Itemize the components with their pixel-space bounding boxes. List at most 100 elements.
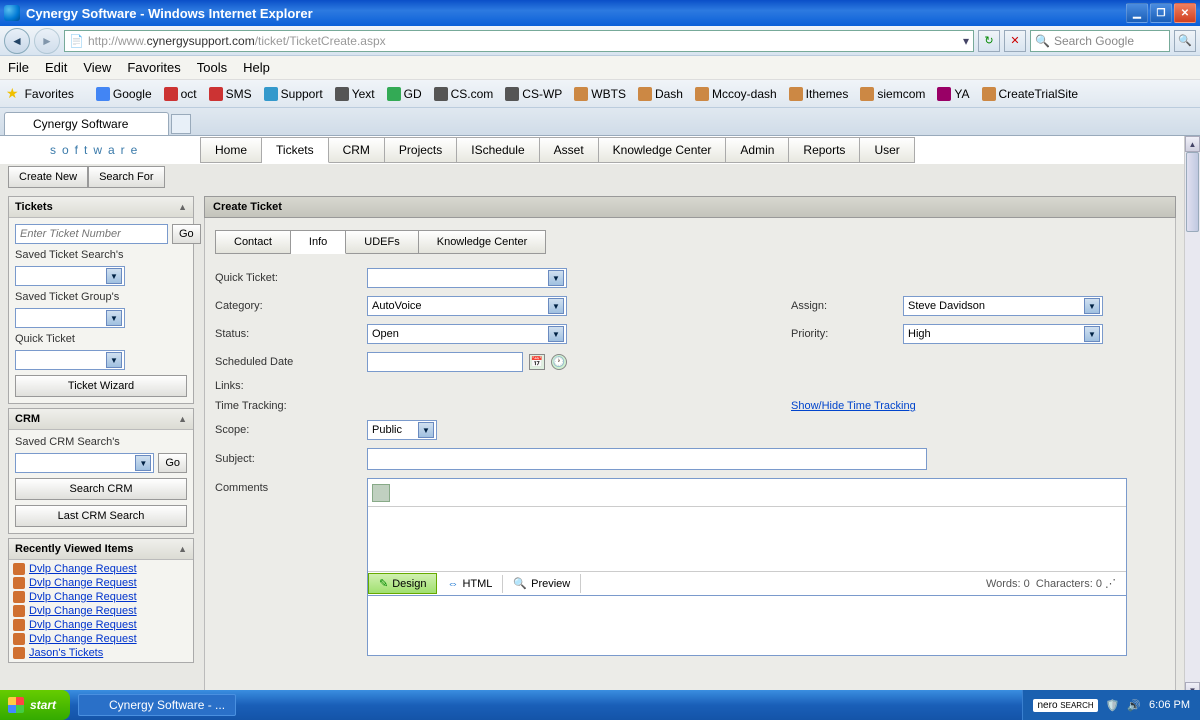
recent-item[interactable]: Dvlp Change Request (13, 632, 189, 646)
fav-cscom[interactable]: CS.com (430, 85, 498, 103)
label-assign: Assign: (791, 300, 891, 312)
menu-tools[interactable]: Tools (197, 60, 227, 75)
refresh-button[interactable]: ↻ (978, 30, 1000, 52)
recent-item[interactable]: Dvlp Change Request (13, 618, 189, 632)
editor-mode-html[interactable]: ⇔HTML (437, 575, 503, 593)
fav-oct[interactable]: oct (160, 85, 201, 103)
subtab-info[interactable]: Info (291, 230, 346, 254)
tab-admin[interactable]: Admin (726, 137, 789, 163)
fav-ya[interactable]: YA (933, 85, 973, 103)
fav-gd[interactable]: GD (383, 85, 426, 103)
fav-cswp[interactable]: CS-WP (501, 85, 566, 103)
panel-recent-header[interactable]: Recently Viewed Items▲ (9, 539, 193, 560)
close-button[interactable]: ✕ (1174, 3, 1196, 23)
tab-home[interactable]: Home (200, 137, 262, 163)
search-go-button[interactable]: 🔍 (1174, 30, 1196, 52)
ticket-wizard-button[interactable]: Ticket Wizard (15, 375, 187, 397)
stop-button[interactable]: ✕ (1004, 30, 1026, 52)
show-hide-time-tracking-link[interactable]: Show/Hide Time Tracking (791, 400, 916, 412)
scroll-thumb[interactable] (1186, 152, 1199, 232)
tab-crm[interactable]: CRM (329, 137, 385, 163)
maximize-button[interactable]: ❐ (1150, 3, 1172, 23)
scheduled-date-input[interactable] (367, 352, 523, 372)
editor-body[interactable] (368, 507, 1126, 571)
tab-projects[interactable]: Projects (385, 137, 457, 163)
assign-select[interactable]: Steve Davidson▼ (903, 296, 1103, 316)
tray-clock[interactable]: 6:06 PM (1149, 699, 1190, 711)
editor-extra-area[interactable] (367, 596, 1127, 656)
editor-mode-preview[interactable]: 🔍Preview (503, 574, 581, 593)
category-select[interactable]: AutoVoice▼ (367, 296, 567, 316)
favorites-label[interactable]: Favorites (25, 87, 74, 101)
tab-ischedule[interactable]: ISchedule (457, 137, 539, 163)
menu-edit[interactable]: Edit (45, 60, 67, 75)
panel-tickets-header[interactable]: Tickets▲ (9, 197, 193, 218)
tab-tickets[interactable]: Tickets (262, 137, 329, 163)
fav-wbts[interactable]: WBTS (570, 85, 630, 103)
new-tab-button[interactable] (171, 114, 191, 134)
browser-search-input[interactable]: 🔍 Search Google (1030, 30, 1170, 52)
taskbar-item[interactable]: Cynergy Software - ... (78, 694, 236, 716)
vertical-scrollbar[interactable]: ▲ ▼ (1184, 136, 1200, 698)
search-for-button[interactable]: Search For (88, 166, 164, 188)
fav-dash[interactable]: Dash (634, 85, 687, 103)
address-bar[interactable]: 📄 http://www.cynergysupport.com/ticket/T… (64, 30, 974, 52)
subtab-contact[interactable]: Contact (215, 230, 291, 254)
back-button[interactable]: ◄ (4, 28, 30, 54)
tray-icon[interactable]: 🔊 (1127, 699, 1141, 712)
label-subject: Subject: (215, 453, 355, 465)
menu-help[interactable]: Help (243, 60, 270, 75)
browser-tab-active[interactable]: Cynergy Software (4, 112, 169, 135)
recent-item[interactable]: Jason's Tickets (13, 646, 189, 660)
recent-item[interactable]: Dvlp Change Request (13, 590, 189, 604)
recent-item[interactable]: Dvlp Change Request (13, 604, 189, 618)
forward-button[interactable]: ► (34, 28, 60, 54)
fav-mccoy[interactable]: Mccoy-dash (691, 85, 781, 103)
subtab-udefs[interactable]: UDEFs (346, 230, 418, 254)
scope-select[interactable]: Public▼ (367, 420, 437, 440)
tab-knowledge[interactable]: Knowledge Center (599, 137, 727, 163)
last-crm-search-button[interactable]: Last CRM Search (15, 505, 187, 527)
tab-reports[interactable]: Reports (789, 137, 860, 163)
ticket-go-button[interactable]: Go (172, 224, 201, 244)
editor-tool-icon[interactable] (372, 484, 390, 502)
menu-view[interactable]: View (83, 60, 111, 75)
tab-asset[interactable]: Asset (540, 137, 599, 163)
quick-ticket-combo[interactable]: ▼ (15, 350, 125, 370)
quick-ticket-label: Quick Ticket (15, 333, 187, 345)
scroll-up-icon[interactable]: ▲ (1185, 136, 1200, 152)
menu-favorites[interactable]: Favorites (127, 60, 180, 75)
fav-siemcom[interactable]: siemcom (856, 85, 929, 103)
recent-item[interactable]: Dvlp Change Request (13, 562, 189, 576)
search-crm-button[interactable]: Search CRM (15, 478, 187, 500)
fav-yext[interactable]: Yext (331, 85, 379, 103)
fav-sms[interactable]: SMS (205, 85, 256, 103)
quick-ticket-select[interactable]: ▼ (367, 268, 567, 288)
panel-crm-header[interactable]: CRM▲ (9, 409, 193, 430)
crm-go-button[interactable]: Go (158, 453, 187, 473)
editor-mode-design[interactable]: ✎Design (368, 573, 437, 594)
create-new-button[interactable]: Create New (8, 166, 88, 188)
favorites-star-icon[interactable]: ★ (6, 85, 19, 102)
recent-item[interactable]: Dvlp Change Request (13, 576, 189, 590)
tray-icon[interactable]: 🛡️ (1106, 699, 1120, 712)
menu-file[interactable]: File (8, 60, 29, 75)
fav-createtrial[interactable]: CreateTrialSite (978, 85, 1083, 103)
nero-widget[interactable]: nero SEARCH (1033, 699, 1097, 712)
saved-searches-combo[interactable]: ▼ (15, 266, 125, 286)
subject-input[interactable] (367, 448, 927, 470)
saved-groups-combo[interactable]: ▼ (15, 308, 125, 328)
subtab-knowledge[interactable]: Knowledge Center (419, 230, 547, 254)
clock-icon[interactable]: 🕐 (551, 354, 567, 370)
fav-ithemes[interactable]: Ithemes (785, 85, 853, 103)
ticket-number-input[interactable] (15, 224, 168, 244)
minimize-button[interactable]: ▁ (1126, 3, 1148, 23)
start-button[interactable]: start (0, 690, 70, 720)
status-select[interactable]: Open▼ (367, 324, 567, 344)
priority-select[interactable]: High▼ (903, 324, 1103, 344)
fav-support[interactable]: Support (260, 85, 327, 103)
calendar-icon[interactable]: 📅 (529, 354, 545, 370)
tab-user[interactable]: User (860, 137, 914, 163)
crm-saved-combo[interactable]: ▼ (15, 453, 154, 473)
fav-google[interactable]: Google (92, 85, 156, 103)
